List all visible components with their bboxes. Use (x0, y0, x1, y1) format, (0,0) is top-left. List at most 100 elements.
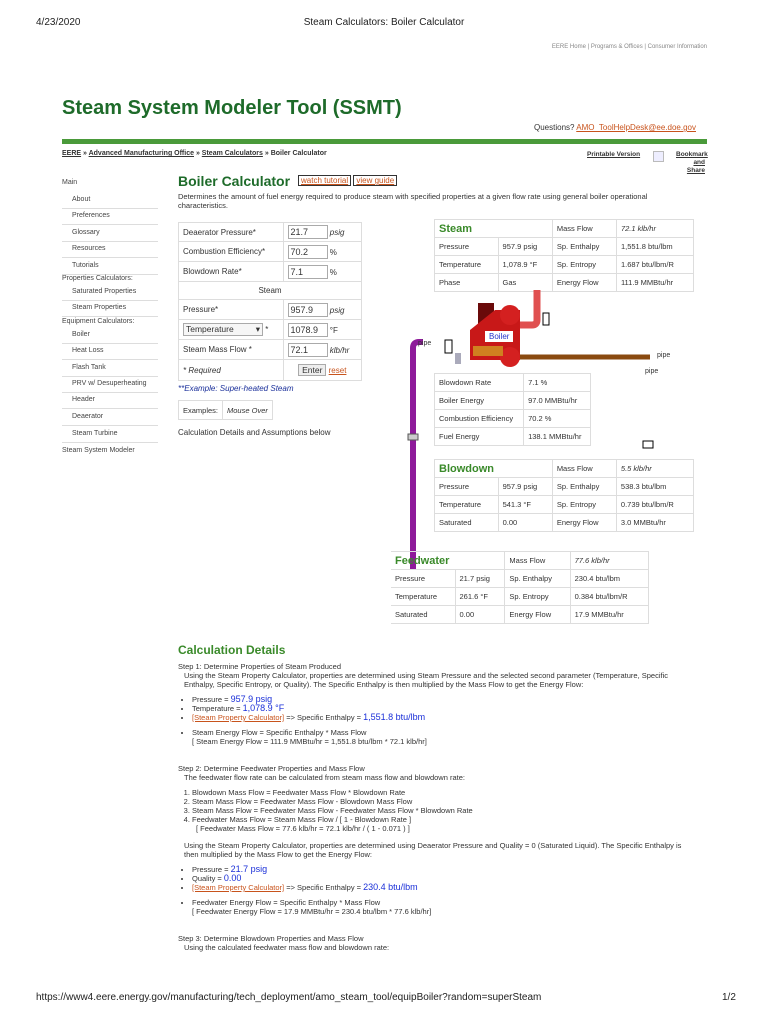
printable-version-link[interactable]: Printable Version (587, 151, 640, 158)
cell: 0.00 (455, 605, 506, 624)
footer-url: https://www4.eere.energy.gov/manufacturi… (36, 992, 542, 1003)
cell: 1,078.9 °F (497, 255, 553, 274)
cell: Sp. Entropy (504, 587, 571, 606)
table-row: Temperature 1,078.9 °F Sp. Entropy 1.687 bt… (434, 255, 695, 274)
sidebar-item[interactable]: Glossary (62, 226, 158, 242)
sidebar-item[interactable]: Heat Loss (62, 344, 158, 360)
combustion-efficiency-input[interactable]: 70.2 (287, 244, 328, 259)
step2-heading: Step 2: Determine Feedwater Properties a… (178, 764, 365, 773)
cell: Energy Flow (551, 273, 617, 292)
cell: 230.4 btu/lbm (570, 569, 650, 588)
steam-property-calculator-link[interactable]: [Steam Property Calculator] (192, 883, 284, 892)
link-programs[interactable]: Programs & Offices (591, 44, 643, 50)
cell: 17.9 MMBtu/hr (570, 605, 650, 624)
site-title: Steam System Modeler Tool (SSMT) (62, 97, 402, 119)
calc: [ Steam Energy Flow = 111.9 MMBtu/hr = 1… (192, 737, 427, 746)
table-row: Pressure 957.9 psig Sp. Enthalpy 538.3 btu/… (434, 477, 695, 496)
sidebar-item[interactable]: Preferences (62, 209, 158, 225)
cell: Fuel Energy (433, 427, 525, 446)
unit: psig (329, 305, 345, 315)
table-row: Pressure 957.9 psig Sp. Enthalpy 1,551.8 bt… (434, 237, 695, 256)
sidebar-item[interactable]: Main (62, 176, 158, 192)
calculator-description: Determines the amount of fuel energy req… (178, 192, 648, 210)
examples-box: Examples: Mouse Over (177, 400, 273, 420)
crumb-steam-calcs[interactable]: Steam Calculators (202, 150, 263, 157)
examples-mouse-over[interactable]: Mouse Over (222, 400, 273, 420)
watch-tutorial-link[interactable]: watch tutorial (298, 175, 352, 186)
steam-mass-flow-input[interactable]: 72.1 (287, 342, 328, 357)
table-row: Saturated 0.00 Energy Flow 3.0 MMBtu/hr (434, 513, 695, 532)
reset-link[interactable]: reset (329, 366, 347, 375)
list-item: Steam Mass Flow = Feedwater Mass Flow - … (192, 806, 698, 815)
cell: 111.9 MMBtu/hr (615, 273, 695, 292)
valve-icon (444, 339, 453, 354)
calculator-title: Boiler Calculator (178, 173, 291, 189)
sidebar-item[interactable]: Boiler (62, 328, 158, 344)
connector (455, 353, 461, 364)
cell: Mass Flow (504, 551, 571, 570)
steam-property-calculator-link[interactable]: [Steam Property Calculator] (192, 713, 284, 722)
crumb-amo[interactable]: Advanced Manufacturing Office (89, 150, 194, 157)
help-email-link[interactable]: AMO_ToolHelpDesk@ee.doe.gov (576, 123, 696, 132)
cell: Sp. Enthalpy (504, 569, 571, 588)
questions-label: Questions? (534, 123, 575, 132)
deaerator-pressure-input[interactable]: 21.7 (287, 225, 328, 239)
sidebar-item[interactable]: PRV w/ Desuperheating (62, 377, 158, 393)
cell: Phase (434, 273, 499, 292)
cell: Sp. Enthalpy (551, 477, 617, 496)
sidebar-item[interactable]: Steam Turbine (62, 427, 158, 443)
list-item: Feedwater Mass Flow = Steam Mass Flow / … (192, 815, 698, 824)
blowdown-rate-input[interactable]: 7.1 (287, 264, 328, 279)
cell: 21.7 psig (455, 569, 506, 588)
green-bar (62, 139, 707, 144)
calculation-details-heading: Calculation Details (178, 643, 286, 657)
crumb-eere[interactable]: EERE (62, 150, 81, 157)
sidebar-item[interactable]: Saturated Properties (62, 285, 158, 301)
view-guide-link[interactable]: view guide (353, 175, 398, 186)
cell: 957.9 psig (497, 237, 553, 256)
sidebar-item[interactable]: Header (62, 393, 158, 409)
bookmark-link[interactable]: Bookmark and Share (676, 151, 708, 175)
top-links: EERE Home | Programs & Offices | Consume… (551, 44, 707, 50)
steam-pressure-input[interactable]: 957.9 (287, 302, 328, 317)
cell: 261.6 °F (455, 587, 506, 606)
sidebar-item[interactable]: Resources (62, 242, 158, 258)
enter-button[interactable]: Enter (298, 364, 327, 376)
sidebar-item[interactable]: About (62, 193, 158, 209)
table-row: Fuel Energy 138.1 MMBtu/hr (433, 427, 591, 446)
unit: °F (329, 325, 338, 335)
examples-label: Examples: (177, 400, 224, 420)
cell: Gas (497, 273, 553, 292)
table-row: Blowdown Rate 7.1 % (433, 373, 591, 392)
cell: Energy Flow (551, 513, 617, 532)
sidebar-item[interactable]: Steam System Modeler (62, 444, 158, 460)
sidebar-item[interactable]: Flash Tank (62, 361, 158, 377)
cell: Saturated (391, 605, 456, 624)
cell: Combustion Efficiency (433, 409, 525, 428)
value: 1,551.8 btu/lbm (363, 712, 426, 722)
table-row: Saturated 0.00 Energy Flow 17.9 MMBtu/hr (391, 605, 650, 624)
link-consumer[interactable]: Consumer Information (648, 44, 707, 50)
steam-properties-table: Steam Mass Flow 72.1 klb/hr Pressure 957.9 p… (434, 219, 695, 292)
link-eere-home[interactable]: EERE Home (552, 44, 586, 50)
required-note: * Required (183, 365, 221, 375)
step2-text2: Using the Steam Property Calculator, pro… (184, 841, 682, 859)
table-row: Pressure 21.7 psig Sp. Enthalpy 230.4 btu/l… (391, 569, 650, 588)
unit: % (329, 267, 337, 277)
sidebar-item[interactable]: Deaerator (62, 410, 158, 426)
cell: 1,551.8 btu/lbm (615, 237, 695, 256)
valve-icon (642, 440, 654, 449)
cell: 0.384 btu/lbm/R (570, 587, 650, 606)
cell: Temperature (391, 587, 456, 606)
sidebar-nav: Main About Preferences Glossary Resources Tut… (62, 174, 158, 464)
second-parameter-select[interactable]: Temperature ▾ (183, 323, 263, 336)
pipe-image-alt: pipe (645, 368, 659, 375)
label: => Specific Enthalpy = (284, 713, 364, 722)
cell: Mass Flow (551, 459, 617, 478)
breadcrumb: EERE » Advanced Manufacturing Office » S… (62, 150, 327, 157)
value: 0.00 (223, 873, 242, 883)
feedwater-properties-table: Feedwater Mass Flow 77.6 klb/hr Pressure 21.… (391, 551, 650, 624)
cell: 138.1 MMBtu/hr (523, 427, 591, 446)
temperature-input[interactable]: 1078.9 (287, 322, 328, 337)
list-item: Blowdown Mass Flow = Feedwater Mass Flow… (192, 788, 698, 797)
